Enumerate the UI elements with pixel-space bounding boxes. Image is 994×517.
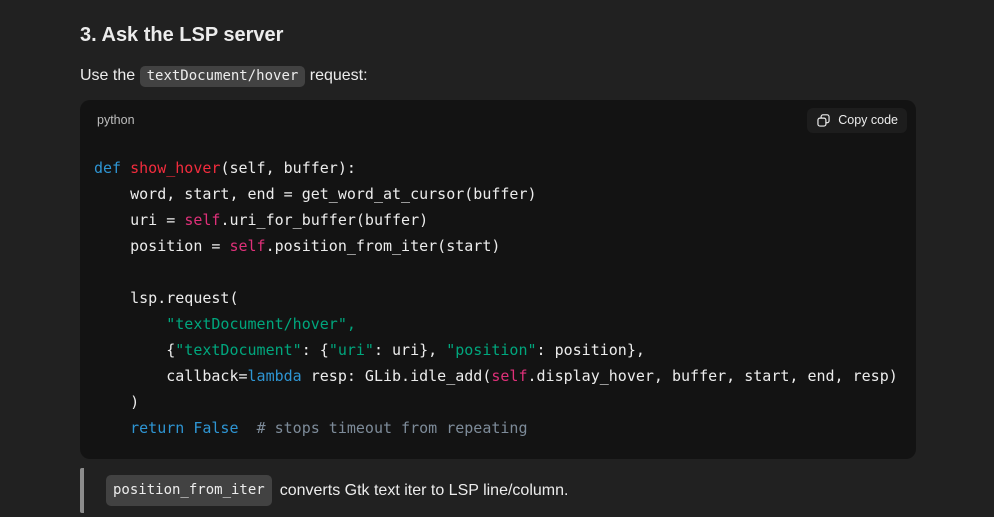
code-line: position = self.position_from_iter(start… (94, 233, 910, 259)
code-content: def show_hover(self, buffer): word, star… (80, 140, 916, 459)
copy-code-label: Copy code (838, 113, 898, 127)
quote-text: converts Gtk text iter to LSP line/colum… (280, 478, 569, 504)
code-line: "textDocument/hover", (94, 311, 910, 337)
section-heading: 3. Ask the LSP server (80, 22, 916, 48)
code-block-header: python Copy code (80, 100, 916, 140)
code-lines: def show_hover(self, buffer): word, star… (94, 155, 910, 441)
code-block: python Copy code def show_hover(self, bu… (80, 100, 916, 459)
intro-paragraph: Use the textDocument/hover request: (80, 63, 916, 89)
code-line: {"textDocument": {"uri": uri}, "position… (94, 337, 910, 363)
intro-text-after: request: (305, 67, 367, 84)
inline-code-pill: textDocument/hover (140, 66, 306, 87)
code-line: uri = self.uri_for_buffer(buffer) (94, 207, 910, 233)
assistant-message: 3. Ask the LSP server Use the textDocume… (80, 0, 916, 513)
quote-code-pill: position_from_iter (106, 475, 272, 506)
code-line: callback=lambda resp: GLib.idle_add(self… (94, 363, 910, 389)
blockquote: position_from_iter converts Gtk text iter… (80, 468, 916, 513)
code-line (94, 259, 910, 285)
code-line: word, start, end = get_word_at_cursor(bu… (94, 181, 910, 207)
copy-code-button[interactable]: Copy code (807, 108, 907, 133)
code-language-label: python (97, 113, 135, 127)
code-line: lsp.request( (94, 285, 910, 311)
copy-icon (816, 113, 831, 128)
code-line: return False # stops timeout from repeat… (94, 415, 910, 441)
code-line: def show_hover(self, buffer): (94, 155, 910, 181)
intro-text-before: Use the (80, 67, 140, 84)
code-line: ) (94, 389, 910, 415)
